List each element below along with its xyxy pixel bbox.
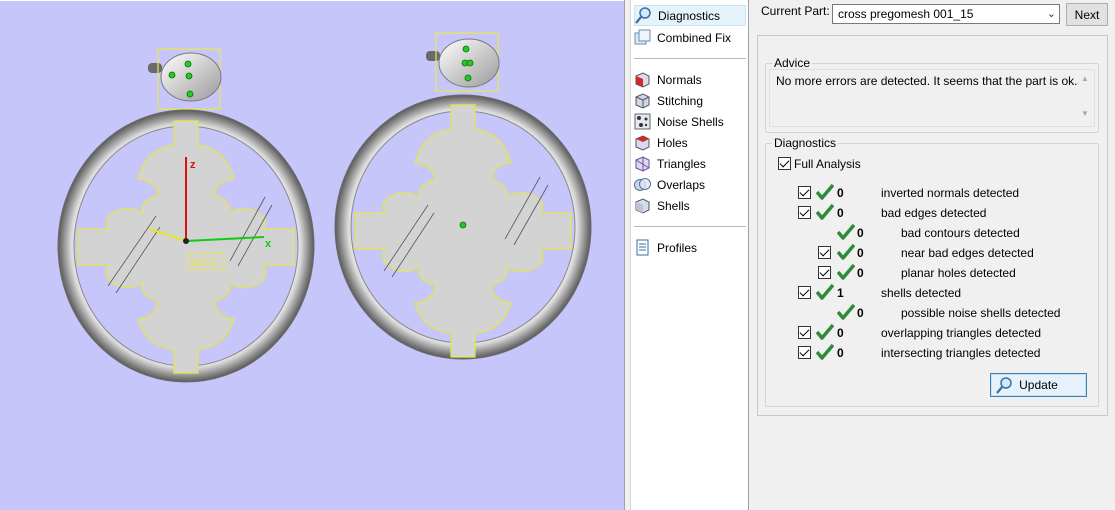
full-analysis-label: Full Analysis <box>794 157 861 171</box>
diagnostic-label: bad edges detected <box>881 206 987 220</box>
nav-item-label: Combined Fix <box>657 30 732 45</box>
nav-item-label: Shells <box>657 198 690 213</box>
z-axis-label: z <box>190 159 196 171</box>
diagnostic-count: 0 <box>857 306 864 320</box>
check-mark-icon <box>837 264 855 280</box>
profiles-document-icon <box>634 239 651 256</box>
advice-scrollbar[interactable]: ▲ ▼ <box>1079 71 1093 121</box>
full-analysis-checkbox[interactable] <box>778 157 791 170</box>
nav-item-label: Normals <box>657 72 702 87</box>
shells-icon <box>634 197 651 214</box>
diagnostics-title: Diagnostics <box>772 136 839 150</box>
diagnostic-label: intersecting triangles detected <box>881 346 1041 360</box>
near-bad-edges-checkbox[interactable] <box>818 246 831 259</box>
advice-title: Advice <box>772 56 813 70</box>
diagnostic-label: overlapping triangles detected <box>881 326 1042 340</box>
holes-cube-icon <box>634 134 651 151</box>
viewport-canvas: z x WCS <box>57 32 592 383</box>
diagnostic-label: bad contours detected <box>901 226 1020 240</box>
scroll-up-icon[interactable]: ▲ <box>1081 74 1089 83</box>
nav-item-holes[interactable]: Holes <box>634 132 746 153</box>
current-part-value: cross pregomesh 001_15 <box>838 7 974 21</box>
diagnostic-count: 0 <box>837 186 844 200</box>
nav-item-label: Stitching <box>657 93 704 108</box>
nav-item-stitching[interactable]: Stitching <box>634 90 746 111</box>
nav-item-label: Noise Shells <box>657 114 724 129</box>
check-mark-icon <box>816 184 834 200</box>
nav-item-label: Profiles <box>657 240 698 255</box>
wcs-label: WCS <box>191 257 217 269</box>
diagnostic-label: shells detected <box>881 286 962 300</box>
diagnostic-count: 0 <box>837 346 844 360</box>
diagnostic-count: 0 <box>837 206 844 220</box>
x-axis-label: x <box>265 238 272 250</box>
magnifier-icon <box>996 377 1012 394</box>
advice-textbox[interactable]: No more errors are detected. It seems th… <box>769 69 1095 127</box>
diagnostic-count: 0 <box>857 266 864 280</box>
check-mark-icon <box>837 244 855 260</box>
bad-edges-checkbox[interactable] <box>798 206 811 219</box>
check-mark-icon <box>816 284 834 300</box>
advice-text: No more errors are detected. It seems th… <box>776 74 1078 88</box>
nav-separator <box>634 58 746 59</box>
nav-item-normals[interactable]: Normals <box>634 69 746 90</box>
shells-checkbox[interactable] <box>798 286 811 299</box>
nav-item-diagnostics[interactable]: Diagnostics <box>634 5 746 26</box>
nav-item-label: Triangles <box>657 156 706 171</box>
normals-cube-icon <box>634 71 651 88</box>
nav-item-noise-shells[interactable]: Noise Shells <box>634 111 746 132</box>
diagnostic-label: planar holes detected <box>901 266 1016 280</box>
overlaps-icon <box>634 176 651 193</box>
diagnostic-count: 0 <box>857 226 864 240</box>
nav-item-shells[interactable]: Shells <box>634 195 746 216</box>
diagnostics-panel: Advice No more errors are detected. It s… <box>757 35 1108 416</box>
diagnostics-pane: Current Part: cross pregomesh 001_15 ⌄ N… <box>750 0 1115 510</box>
diagnostics-group: Diagnostics Full Analysis 0 inverted nor… <box>765 136 1099 407</box>
3d-viewport[interactable]: z x WCS <box>0 0 624 510</box>
nav-separator <box>634 226 746 227</box>
diagnostic-label: near bad edges detected <box>901 246 1034 260</box>
advice-group: Advice No more errors are detected. It s… <box>765 56 1099 133</box>
tool-nav-list: Diagnostics Combined Fix Normals Stitchi… <box>630 0 749 510</box>
check-mark-icon <box>837 224 855 240</box>
update-button[interactable]: Update <box>990 373 1087 397</box>
nav-item-label: Diagnostics <box>658 8 721 23</box>
nav-item-profiles[interactable]: Profiles <box>634 237 746 258</box>
intersecting-triangles-checkbox[interactable] <box>798 346 811 359</box>
noise-shells-icon <box>634 113 651 130</box>
check-mark-icon <box>816 344 834 360</box>
update-label: Update <box>1019 378 1058 392</box>
magnifier-icon <box>635 7 652 24</box>
stitching-cube-icon <box>634 92 651 109</box>
overlapping-triangles-checkbox[interactable] <box>798 326 811 339</box>
nav-item-combined-fix[interactable]: Combined Fix <box>634 27 746 48</box>
combined-fix-icon <box>634 29 651 46</box>
right-part-model <box>334 32 592 360</box>
current-part-label: Current Part: <box>761 4 830 18</box>
nav-item-label: Holes <box>657 135 688 150</box>
check-mark-icon <box>816 204 834 220</box>
diagnostic-count: 0 <box>857 246 864 260</box>
left-part-model <box>57 48 315 383</box>
triangles-icon <box>634 155 651 172</box>
planar-holes-checkbox[interactable] <box>818 266 831 279</box>
diagnostic-count: 1 <box>837 286 844 300</box>
diagnostic-count: 0 <box>837 326 844 340</box>
current-part-select[interactable]: cross pregomesh 001_15 ⌄ <box>832 4 1060 24</box>
diagnostic-label: possible noise shells detected <box>901 306 1061 320</box>
check-mark-icon <box>816 324 834 340</box>
check-mark-icon <box>837 304 855 320</box>
inverted-normals-checkbox[interactable] <box>798 186 811 199</box>
next-button[interactable]: Next <box>1066 3 1108 26</box>
nav-item-overlaps[interactable]: Overlaps <box>634 174 746 195</box>
nav-item-triangles[interactable]: Triangles <box>634 153 746 174</box>
chevron-down-icon: ⌄ <box>1046 8 1056 20</box>
diagnostic-label: inverted normals detected <box>881 186 1020 200</box>
nav-item-label: Overlaps <box>657 177 706 192</box>
scroll-down-icon[interactable]: ▼ <box>1081 109 1089 118</box>
